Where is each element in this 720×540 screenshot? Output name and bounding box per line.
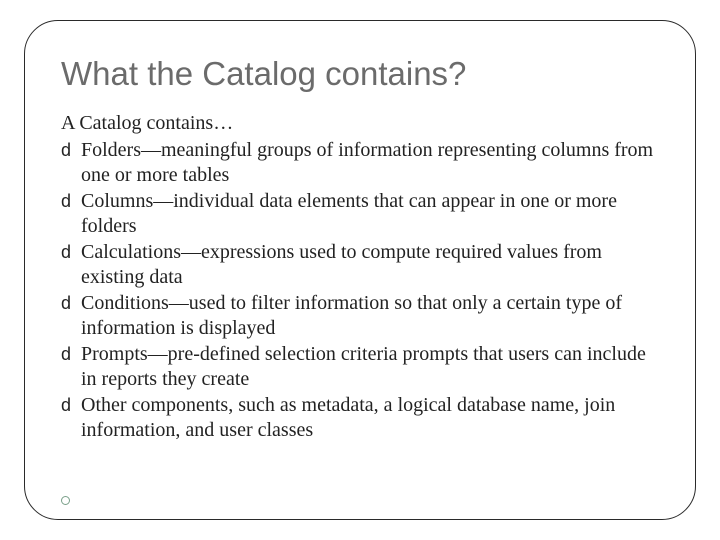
footer-decorative-circle-icon	[61, 496, 70, 505]
bullet-text: Other components, such as metadata, a lo…	[81, 394, 615, 441]
slide-frame: What the Catalog contains? A Catalog con…	[24, 20, 696, 520]
slide: What the Catalog contains? A Catalog con…	[0, 0, 720, 540]
bullet-icon: d	[61, 139, 81, 162]
bullet-icon: d	[61, 292, 81, 315]
list-item: dOther components, such as metadata, a l…	[61, 393, 659, 443]
list-item: dFolders—meaningful groups of informatio…	[61, 138, 659, 188]
slide-title: What the Catalog contains?	[61, 55, 659, 93]
list-item: dConditions—used to filter information s…	[61, 291, 659, 341]
list-item: dCalculations—expressions used to comput…	[61, 240, 659, 290]
bullet-text: Columns—individual data elements that ca…	[81, 190, 617, 237]
bullet-text: Conditions—used to filter information so…	[81, 292, 622, 339]
intro-text: A Catalog contains…	[61, 111, 659, 136]
bullet-text: Calculations—expressions used to compute…	[81, 241, 602, 288]
bullet-text: Folders—meaningful groups of information…	[81, 139, 653, 186]
bullet-icon: d	[61, 241, 81, 264]
bullet-text: Prompts—pre-defined selection criteria p…	[81, 343, 646, 390]
list-item: dPrompts—pre-defined selection criteria …	[61, 342, 659, 392]
bullet-icon: d	[61, 394, 81, 417]
list-item: dColumns—individual data elements that c…	[61, 189, 659, 239]
bullet-icon: d	[61, 343, 81, 366]
bullet-icon: d	[61, 190, 81, 213]
bullet-list: dFolders—meaningful groups of informatio…	[61, 138, 659, 443]
